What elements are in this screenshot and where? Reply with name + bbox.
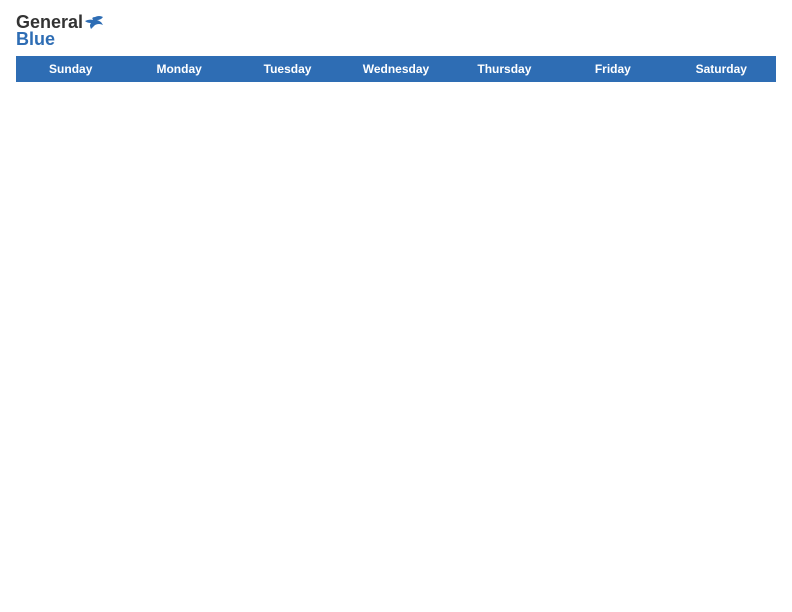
day-header-wednesday: Wednesday <box>342 57 450 82</box>
logo-blue-text: Blue <box>16 29 55 50</box>
day-header-thursday: Thursday <box>450 57 558 82</box>
day-header-sunday: Sunday <box>17 57 125 82</box>
logo-bird-icon <box>85 15 105 31</box>
day-header-tuesday: Tuesday <box>233 57 341 82</box>
day-header-monday: Monday <box>125 57 233 82</box>
day-header-saturday: Saturday <box>667 57 775 82</box>
day-header-friday: Friday <box>559 57 667 82</box>
calendar-table: SundayMondayTuesdayWednesdayThursdayFrid… <box>16 56 776 82</box>
logo: General Blue <box>16 12 105 50</box>
